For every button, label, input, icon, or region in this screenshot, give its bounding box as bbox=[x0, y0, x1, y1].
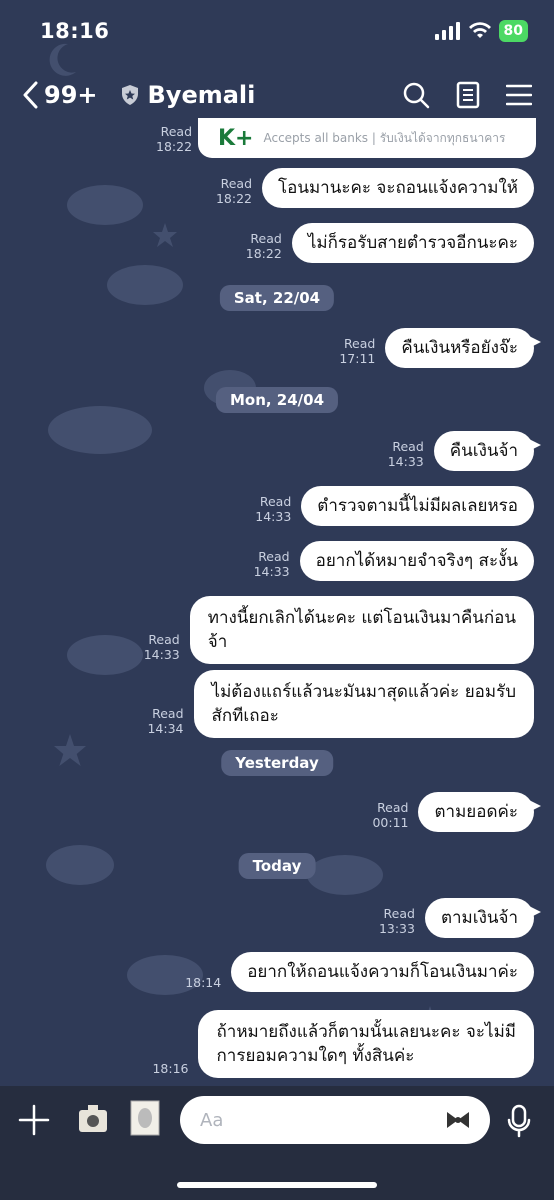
battery-indicator: 80 bbox=[498, 20, 528, 42]
message[interactable]: Read 18:22 ไม่ก็รอรับสายตำรวจอีกนะคะ bbox=[246, 223, 534, 263]
message-list[interactable]: Read18:22 K+ Accepts all banks | รับเงิน… bbox=[0, 118, 554, 1086]
message-bubble: ตำรวจตามนี้ไม่มีผลเลยหรอ bbox=[301, 486, 534, 526]
message-input[interactable]: Aa bbox=[180, 1096, 490, 1144]
message[interactable]: Read 14:33 คืนเงินจ้า bbox=[387, 431, 542, 471]
signal-icon bbox=[434, 22, 460, 40]
unread-count: 99+ bbox=[44, 81, 98, 109]
message[interactable]: Read 13:33 ตามเงินจ้า bbox=[378, 898, 542, 938]
photo-sticker-icon[interactable] bbox=[130, 1100, 160, 1136]
plus-icon[interactable] bbox=[18, 1104, 50, 1136]
message-bubble: โอนมานะคะ จะถอนแจ้งความให้ bbox=[262, 168, 534, 208]
message[interactable]: Read 00:11 ตามยอดค่ะ bbox=[372, 792, 541, 832]
status-time: 18:16 bbox=[40, 19, 110, 43]
message[interactable]: Read 14:34 ไม่ต้องแถร์แล้วนะมันมาสุดแล้วค… bbox=[147, 670, 534, 738]
date-separator: Sat, 22/04 bbox=[219, 285, 335, 311]
status-indicators: 80 bbox=[434, 20, 528, 42]
message-bubble: ถ้าหมายถึงแล้วก็ตามนั้นเลยนะคะ จะไม่มี กา… bbox=[198, 1010, 534, 1078]
message-meta: 18:14 bbox=[185, 975, 222, 990]
message-meta: Read 14:33 bbox=[143, 632, 180, 662]
message-meta: Read 00:11 bbox=[372, 800, 409, 830]
input-placeholder: Aa bbox=[200, 1109, 224, 1131]
wifi-icon bbox=[468, 22, 491, 38]
emoji-sticker-icon[interactable] bbox=[444, 1106, 472, 1134]
message-bubble: คืนเงินจ้า bbox=[433, 431, 542, 471]
message-meta: Read18:22 bbox=[215, 176, 253, 206]
message[interactable]: 18:16 ถ้าหมายถึงแล้วก็ตามนั้นเลยนะคะ จะไ… bbox=[152, 1010, 534, 1078]
message-meta: Read 14:34 bbox=[147, 706, 184, 736]
message[interactable]: Read 14:33 ตำรวจตามนี้ไม่มีผลเลยหรอ bbox=[255, 486, 534, 526]
message-bubble: อยากให้ถอนแจ้งความก็โอนเงินมาค่ะ bbox=[231, 952, 534, 992]
message[interactable]: Read 14:33 อยากได้หมายจำจริงๆ สะงั้น bbox=[254, 541, 534, 581]
card-text: Accepts all banks | รับเงินได้จากทุกธนาค… bbox=[263, 130, 506, 145]
message-meta: Read18:22 bbox=[245, 231, 282, 261]
kplus-logo: K+ bbox=[218, 125, 254, 151]
mic-icon[interactable] bbox=[506, 1104, 532, 1138]
home-indicator bbox=[177, 1182, 377, 1188]
notes-icon[interactable] bbox=[456, 81, 480, 109]
date-separator: Yesterday bbox=[221, 750, 333, 776]
message-meta: Read 17:11 bbox=[339, 336, 376, 366]
message-bubble: ตามเงินจ้า bbox=[424, 898, 542, 938]
date-separator: Mon, 24/04 bbox=[215, 387, 339, 413]
message-meta: Read 14:33 bbox=[253, 549, 290, 579]
message[interactable]: Read 18:22 โอนมานะคะ จะถอนแจ้งความให้ bbox=[216, 168, 534, 208]
message-meta: 18:16 bbox=[152, 1061, 189, 1076]
back-button[interactable]: 99+ bbox=[22, 81, 98, 109]
status-bar: 18:16 80 bbox=[0, 0, 554, 62]
message-bubble: คืนเงินหรือยังจ๊ะ bbox=[385, 328, 541, 368]
message-bubble: ทางนี้ยกเลิกได้นะคะ แต่โอนเงินมาคืนก่อนจ… bbox=[189, 596, 534, 664]
message-bubble: ไม่ต้องแถร์แล้วนะมันมาสุดแล้วค่ะ ยอมรับส… bbox=[193, 670, 534, 738]
message-bubble: ตามยอดค่ะ bbox=[418, 792, 541, 832]
input-bar: Aa bbox=[0, 1086, 554, 1200]
payment-card[interactable]: K+ Accepts all banks | รับเงินได้จากทุกธ… bbox=[198, 118, 536, 158]
date-separator: Today bbox=[238, 853, 316, 879]
message-meta: Read 14:33 bbox=[255, 494, 292, 524]
chat-title: Byemali bbox=[147, 81, 256, 109]
message[interactable]: 18:14 อยากให้ถอนแจ้งความก็โอนเงินมาค่ะ bbox=[185, 952, 534, 992]
message-meta: Read 14:33 bbox=[387, 439, 424, 469]
message-meta: Read 13:33 bbox=[378, 906, 415, 936]
chat-title-area[interactable]: Byemali bbox=[120, 81, 256, 109]
card-meta: Read 18:22 bbox=[156, 124, 193, 154]
chat-header: 99+ Byemali bbox=[0, 70, 554, 120]
sticker-icon[interactable] bbox=[76, 1102, 110, 1136]
back-chevron-icon bbox=[23, 81, 38, 109]
message[interactable]: Read 14:33 ทางนี้ยกเลิกได้นะคะ แต่โอนเงิน… bbox=[144, 596, 534, 664]
shield-icon bbox=[121, 85, 138, 105]
search-icon[interactable] bbox=[402, 81, 430, 109]
message-bubble: ไม่ก็รอรับสายตำรวจอีกนะคะ bbox=[291, 223, 534, 263]
message-bubble: อยากได้หมายจำจริงๆ สะงั้น bbox=[299, 541, 534, 581]
message[interactable]: Read 17:11 คืนเงินหรือยังจ๊ะ bbox=[339, 328, 541, 368]
menu-icon[interactable] bbox=[506, 83, 532, 107]
